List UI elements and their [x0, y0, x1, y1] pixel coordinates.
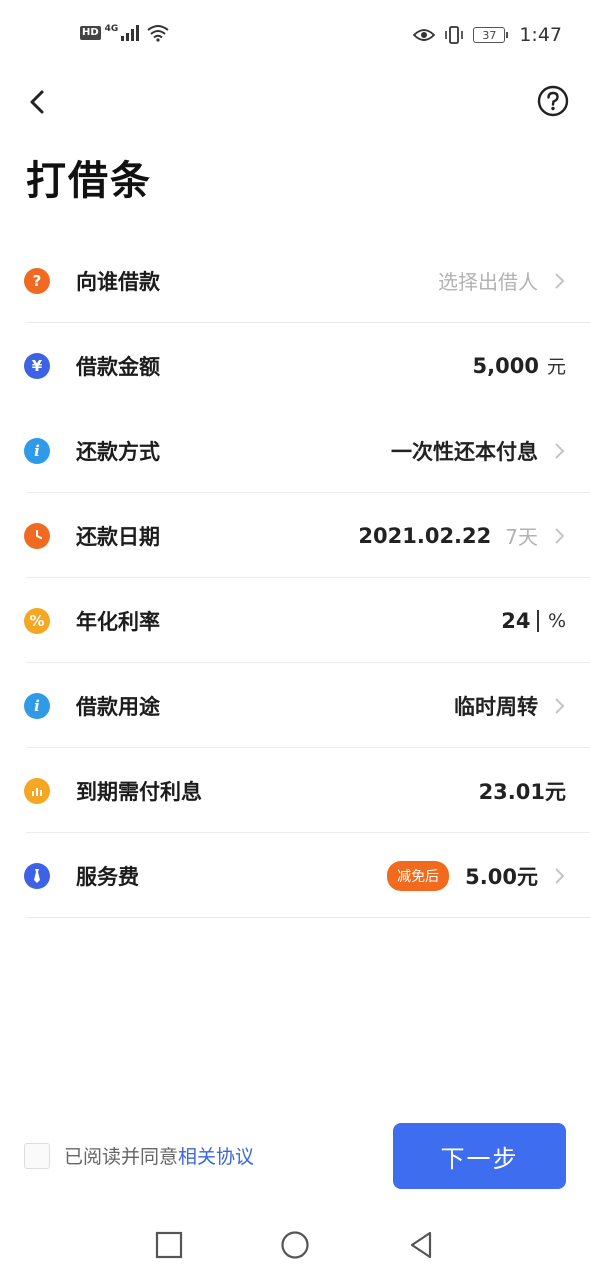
row-interest-due: 到期需付利息 23.01元 [0, 748, 590, 833]
percent-icon: % [24, 607, 50, 634]
agree-text: 已阅读并同意 [64, 1146, 179, 1168]
yuan-icon: ¥ [24, 352, 50, 379]
signal-icon [121, 25, 140, 41]
discount-badge: 减免后 [387, 860, 450, 891]
home-icon[interactable] [278, 1228, 312, 1262]
row-service-fee[interactable]: 服务费 减免后 5.00元 [0, 833, 590, 918]
question-icon: ? [24, 267, 50, 294]
system-nav-bar [0, 1210, 590, 1280]
row-amount[interactable]: ¥ 借款金额 5,000 元 [0, 323, 590, 408]
chevron-right-icon [555, 527, 565, 544]
tie-icon [24, 862, 50, 889]
purpose-value: 临时周转 [454, 694, 538, 719]
battery-level: 37 [482, 28, 497, 42]
rate-unit: % [547, 609, 566, 632]
rate-input[interactable]: 24 [501, 609, 530, 633]
status-right: 37 1:47 [413, 24, 562, 46]
clock-icon [24, 522, 50, 549]
loan-form: ? 向谁借款 选择出借人 ¥ 借款金额 5,000 元 i 还款方式 一次性还本… [0, 238, 590, 918]
interest-due-value: 23.01元 [478, 779, 566, 804]
help-icon[interactable] [536, 84, 570, 118]
repay-days: 7天 [505, 525, 538, 549]
network-type: 4G [104, 24, 119, 34]
row-label: 还款方式 [76, 439, 160, 464]
status-left: HD 4G [80, 24, 170, 42]
amount-unit: 元 [546, 356, 566, 378]
vibrate-icon [445, 26, 464, 44]
eye-icon [413, 29, 436, 41]
row-value-group: 23.01元 [479, 776, 566, 806]
row-value-group: 减免后 5.00元 [387, 860, 566, 891]
amount-value: 5,000 [472, 353, 539, 378]
info-icon: i [24, 437, 50, 464]
chevron-right-icon [555, 272, 565, 289]
row-repay-method[interactable]: i 还款方式 一次性还本付息 [0, 408, 590, 493]
service-fee-value: 5.00元 [465, 864, 538, 889]
wifi-icon [147, 25, 169, 42]
clock-time: 1:47 [519, 24, 562, 46]
back-icon[interactable] [22, 86, 54, 118]
row-label: 借款用途 [76, 694, 160, 719]
nav-bar [0, 72, 590, 132]
battery-icon: 37 [473, 27, 509, 43]
row-value-group: 临时周转 [454, 691, 566, 721]
chevron-right-icon [555, 867, 565, 884]
text-caret [537, 609, 539, 632]
bar-chart-icon [24, 777, 50, 804]
row-repay-date[interactable]: 还款日期 2021.02.22 7天 [0, 493, 590, 578]
divider [26, 917, 590, 918]
back-nav-icon[interactable] [404, 1228, 438, 1262]
recent-apps-icon[interactable] [152, 1228, 186, 1262]
row-label: 到期需付利息 [76, 779, 202, 804]
chevron-right-icon [555, 697, 565, 714]
row-value-group: 5,000 元 [473, 352, 566, 379]
hd-badge: HD [80, 26, 101, 40]
row-label: 年化利率 [76, 609, 160, 634]
agreement-link[interactable]: 相关协议 [178, 1142, 254, 1169]
row-label: 借款金额 [76, 354, 160, 379]
row-label: 向谁借款 [76, 269, 160, 294]
row-value-group: 选择出借人 [438, 266, 566, 295]
row-label: 服务费 [76, 864, 139, 889]
row-value-group: 24 % [501, 609, 566, 633]
repay-method-value: 一次性还本付息 [391, 439, 538, 464]
page-title: 打借条 [26, 158, 152, 204]
agreement: 已阅读并同意 相关协议 [24, 1142, 254, 1169]
chevron-right-icon [555, 442, 565, 459]
row-label: 还款日期 [76, 524, 160, 549]
row-lender[interactable]: ? 向谁借款 选择出借人 [0, 238, 590, 323]
repay-date-value: 2021.02.22 [358, 523, 492, 548]
page: HD 4G 37 1:47 打借条 ? 向谁借款 选择出借人 ¥ 借款金额 5,… [0, 0, 590, 1280]
next-step-button[interactable]: 下一步 [393, 1123, 566, 1189]
agree-checkbox[interactable] [24, 1142, 50, 1169]
info-icon: i [24, 692, 50, 719]
row-value-group: 2021.02.22 7天 [358, 521, 566, 550]
row-interest-rate[interactable]: % 年化利率 24 % [0, 578, 590, 663]
status-bar: HD 4G 37 1:47 [0, 0, 590, 72]
row-value-group: 一次性还本付息 [391, 436, 566, 466]
row-purpose[interactable]: i 借款用途 临时周转 [0, 663, 590, 748]
lender-placeholder: 选择出借人 [438, 270, 538, 294]
